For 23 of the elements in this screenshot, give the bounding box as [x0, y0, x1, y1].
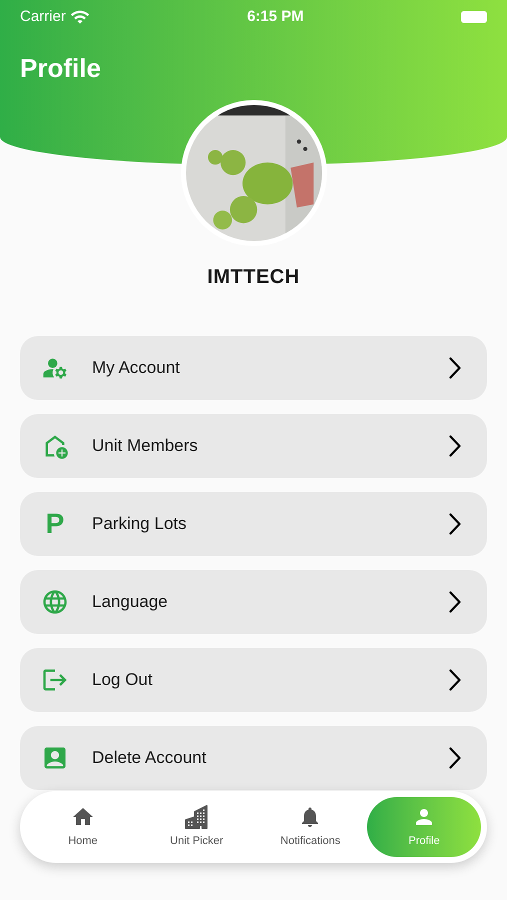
menu-item[interactable]: My Account — [20, 336, 487, 400]
chevron-icon — [449, 435, 461, 457]
carrier-label: Carrier — [20, 7, 66, 27]
battery-icon — [460, 11, 487, 24]
parking-icon: P — [46, 510, 64, 538]
chevron-icon — [449, 357, 461, 379]
tab[interactable]: Home — [26, 797, 140, 857]
menu-item[interactable]: Language — [20, 570, 487, 634]
menu-item[interactable]: Log Out — [20, 648, 487, 712]
menu-item[interactable]: Unit Members — [20, 414, 487, 478]
chevron-icon — [449, 669, 461, 691]
page-title: Profile — [20, 52, 102, 84]
clock: 6:15 PM — [247, 7, 304, 27]
user-name: IMTTECH — [207, 265, 300, 290]
tab[interactable]: Unit Picker — [140, 797, 254, 857]
menu-item[interactable]: P Parking Lots — [20, 492, 487, 556]
chevron-icon — [449, 747, 461, 769]
globe-icon — [41, 588, 69, 616]
chevron-icon — [449, 591, 461, 613]
tab[interactable]: Notifications — [254, 797, 368, 857]
building-icon — [184, 804, 209, 829]
chevron-icon — [449, 513, 461, 535]
menu-item[interactable]: Delete Account — [20, 726, 487, 790]
